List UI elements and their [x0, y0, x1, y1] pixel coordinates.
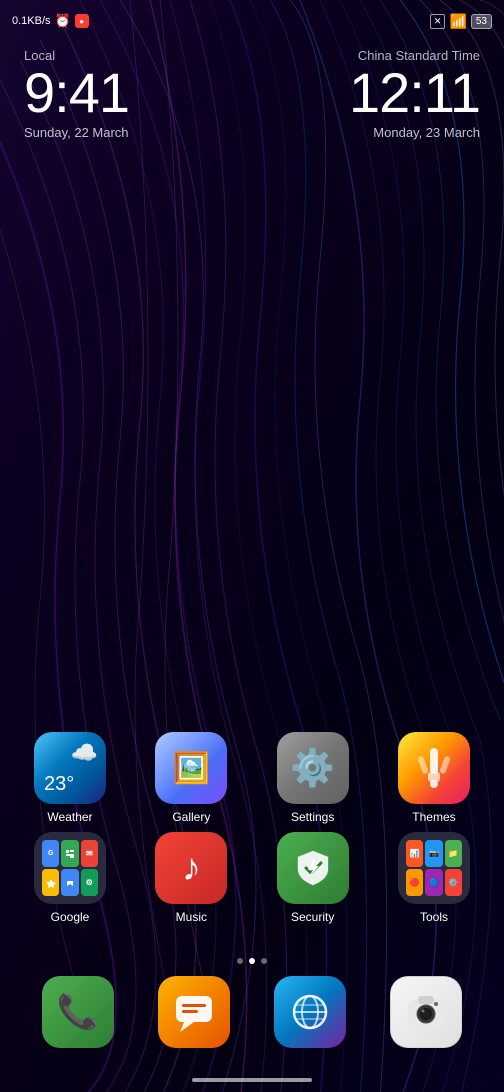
camera-lens-icon [404, 990, 448, 1034]
music-icon[interactable]: ♪ [155, 832, 227, 904]
music-note-icon: ♪ [182, 847, 201, 890]
settings-icon[interactable]: ⚙️ [277, 732, 349, 804]
security-label: Security [291, 910, 334, 924]
dock-browser[interactable] [274, 976, 346, 1048]
tool-4: 🔴 [406, 869, 423, 896]
tools-folder-icon[interactable]: 📊 📷 📁 🔴 🔵 ⚙️ [398, 832, 470, 904]
app-themes[interactable]: Themes [384, 732, 484, 824]
app-weather[interactable]: 23° ☁️ Weather [20, 732, 120, 824]
google-app-3: ✉ [81, 840, 98, 867]
tools-folder-grid: 📊 📷 📁 🔴 🔵 ⚙️ [398, 832, 470, 904]
message-bubble-icon [172, 990, 216, 1034]
app-grid: 23° ☁️ Weather 🖼️ Gallery ⚙️ Settings [0, 732, 504, 932]
dock-messages[interactable] [158, 976, 230, 1048]
google-label: Google [51, 910, 90, 924]
messages-dock-icon[interactable] [158, 976, 230, 1048]
local-date: Sunday, 22 March [24, 125, 129, 140]
dock-phone[interactable]: 📞 [42, 976, 114, 1048]
gear-icon: ⚙️ [290, 747, 335, 789]
local-clock: Local 9:41 Sunday, 22 March [24, 48, 129, 140]
tool-2: 📷 [425, 840, 442, 867]
dock-camera[interactable] [390, 976, 462, 1048]
browser-dock-icon[interactable] [274, 976, 346, 1048]
tool-3: 📁 [445, 840, 462, 867]
security-icon[interactable] [277, 832, 349, 904]
weather-icon[interactable]: 23° ☁️ [34, 732, 106, 804]
battery-level: 53 [476, 16, 487, 27]
google-app-4 [42, 869, 59, 896]
camera-dock-icon[interactable] [390, 976, 462, 1048]
status-left: 0.1KB/s ⏰ ● [12, 13, 89, 29]
app-tools[interactable]: 📊 📷 📁 🔴 🔵 ⚙️ Tools [384, 832, 484, 924]
china-date: Monday, 23 March [373, 125, 480, 140]
music-label: Music [176, 910, 207, 924]
app-music[interactable]: ♪ Music [141, 832, 241, 924]
dock: 📞 [0, 976, 504, 1048]
tool-1: 📊 [406, 840, 423, 867]
tools-label: Tools [420, 910, 448, 924]
network-speed: 0.1KB/s [12, 15, 51, 27]
phone-handset-icon: 📞 [57, 992, 99, 1032]
battery-icon: 53 [471, 14, 492, 29]
themes-paintbrush-icon [412, 746, 456, 790]
lightning-icon [299, 854, 327, 882]
tool-6: ⚙️ [445, 869, 462, 896]
google-app-6: ⚙ [81, 869, 98, 896]
app-row-1: 23° ☁️ Weather 🖼️ Gallery ⚙️ Settings [20, 732, 484, 824]
gallery-symbol: 🖼️ [173, 751, 210, 786]
home-indicator[interactable] [192, 1078, 312, 1082]
page-dot-2[interactable] [249, 958, 255, 964]
globe-icon [288, 990, 332, 1034]
clock-section: Local 9:41 Sunday, 22 March China Standa… [0, 48, 504, 140]
google-app-2 [61, 840, 78, 867]
status-bar: 0.1KB/s ⏰ ● ✕ 📶 53 [0, 0, 504, 36]
weather-cloud-icon: ☁️ [71, 740, 98, 766]
weather-label: Weather [47, 810, 92, 824]
gallery-icon[interactable]: 🖼️ [155, 732, 227, 804]
phone-dock-icon[interactable]: 📞 [42, 976, 114, 1048]
china-clock: China Standard Time 12:11 Monday, 23 Mar… [349, 48, 480, 140]
google-app-1: G [42, 840, 59, 867]
themes-icon[interactable] [398, 732, 470, 804]
app-google[interactable]: G ✉ ⚙ Google [20, 832, 120, 924]
gallery-label: Gallery [172, 810, 210, 824]
wifi-icon: 📶 [449, 13, 466, 30]
page-dot-3[interactable] [261, 958, 267, 964]
local-time: 9:41 [24, 65, 129, 121]
app-row-2: G ✉ ⚙ Google ♪ [20, 832, 484, 924]
google-folder-grid: G ✉ ⚙ [34, 832, 106, 904]
google-app-5 [61, 869, 78, 896]
alarm-icon: ⏰ [55, 13, 71, 29]
app-settings[interactable]: ⚙️ Settings [263, 732, 363, 824]
page-dot-1[interactable] [237, 958, 243, 964]
app-gallery[interactable]: 🖼️ Gallery [141, 732, 241, 824]
no-sim-icon: ✕ [430, 14, 446, 29]
status-right: ✕ 📶 53 [430, 13, 492, 30]
record-icon: ● [75, 14, 89, 28]
weather-temp: 23° [44, 773, 74, 796]
app-security[interactable]: Security [263, 832, 363, 924]
google-folder-icon[interactable]: G ✉ ⚙ [34, 832, 106, 904]
settings-label: Settings [291, 810, 334, 824]
page-indicators [0, 958, 504, 964]
china-time: 12:11 [349, 65, 480, 121]
tool-5: 🔵 [425, 869, 442, 896]
themes-label: Themes [412, 810, 455, 824]
